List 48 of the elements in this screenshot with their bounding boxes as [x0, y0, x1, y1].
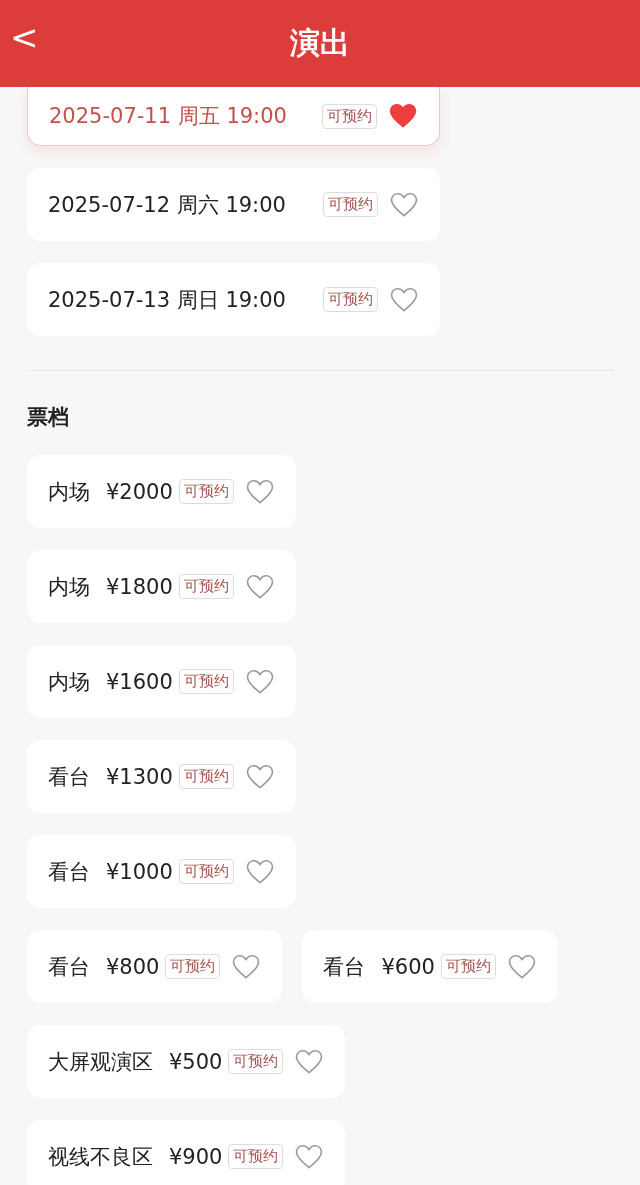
ticket-area: 看台 — [48, 952, 90, 981]
page-title: 演出 — [290, 24, 350, 62]
ticket-area: 视线不良区 — [48, 1142, 153, 1171]
ticket-price: ¥1600 — [106, 669, 173, 694]
ticket-price: ¥900 — [169, 1144, 223, 1169]
ticket-area: 看台 — [48, 857, 90, 886]
session-time: 2025-07-11 周五 19:00 — [49, 103, 288, 130]
ticket-card[interactable]: 看台 ¥1300 可预约 — [27, 740, 296, 813]
ticket-price: ¥1800 — [106, 574, 173, 599]
status-tag: 可预约 — [178, 479, 234, 504]
ticket-area: 看台 — [48, 762, 90, 791]
status-tag: 可预约 — [178, 669, 234, 694]
ticket-price: ¥2000 — [106, 479, 173, 504]
ticket-area: 内场 — [48, 572, 90, 601]
status-tag: 可预约 — [178, 764, 234, 789]
status-tag: 可预约 — [178, 859, 234, 884]
session-card[interactable]: 2025-07-11 周五 19:00 可预约 — [27, 87, 440, 146]
ticket-price: ¥1300 — [106, 764, 173, 789]
back-button[interactable]: < — [4, 20, 45, 54]
ticket-area: 内场 — [48, 477, 90, 506]
ticket-card[interactable]: 内场 ¥1600 可预约 — [27, 645, 296, 718]
ticket-area: 看台 — [323, 952, 366, 981]
status-tag: 可预约 — [323, 192, 378, 217]
status-tag: 可预约 — [323, 287, 378, 312]
status-tag: 可预约 — [228, 1144, 284, 1169]
ticket-price: ¥500 — [169, 1049, 223, 1074]
status-tag: 可预约 — [322, 103, 377, 129]
ticket-card[interactable]: 大屏观演区 ¥500 可预约 — [27, 1025, 346, 1098]
ticket-card[interactable]: 内场 ¥2000 可预约 — [27, 455, 296, 528]
ticket-price: ¥600 — [381, 954, 435, 979]
ticket-card[interactable]: 看台 ¥1000 可预约 — [27, 835, 296, 908]
session-card[interactable]: 2025-07-12 周六 19:00 可预约 — [27, 168, 440, 241]
ticket-card[interactable]: 看台 ¥800 可预约 — [27, 930, 283, 1003]
ticket-area: 内场 — [48, 667, 90, 696]
ticket-card[interactable]: 内场 ¥1800 可预约 — [27, 550, 296, 623]
status-tag: 可预约 — [440, 954, 496, 979]
session-time: 2025-07-12 周六 19:00 — [48, 191, 287, 219]
session-card[interactable]: 2025-07-13 周日 19:00 可预约 — [27, 263, 440, 336]
status-tag: 可预约 — [228, 1049, 284, 1074]
ticket-price: ¥1000 — [106, 859, 173, 884]
ticket-card[interactable]: 看台 ¥600 可预约 — [302, 930, 558, 1003]
ticket-card[interactable]: 视线不良区 ¥900 可预约 — [27, 1120, 346, 1185]
ticket-area: 大屏观演区 — [48, 1047, 153, 1076]
session-time: 2025-07-13 周日 19:00 — [48, 286, 287, 314]
status-tag: 可预约 — [178, 574, 234, 599]
ticket-price: ¥800 — [106, 954, 160, 979]
section-title: 票档 — [27, 407, 70, 428]
status-tag: 可预约 — [165, 954, 221, 979]
